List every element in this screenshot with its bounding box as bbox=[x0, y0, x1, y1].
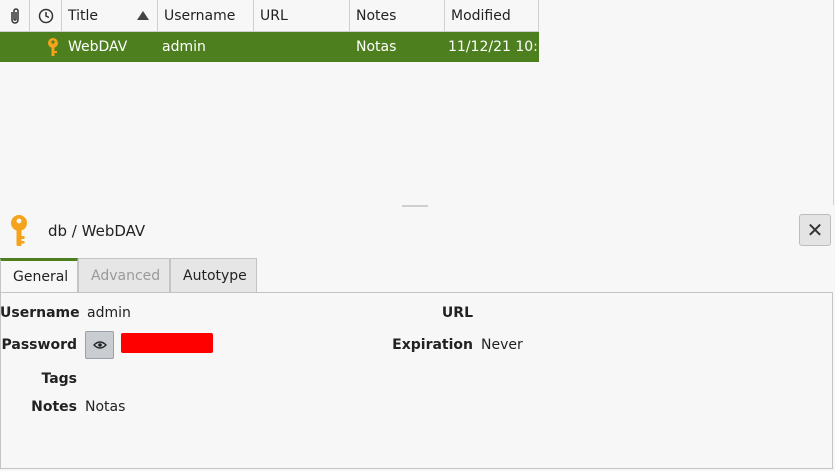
modified-column-label: Modified bbox=[451, 7, 511, 24]
url-column-label: URL bbox=[260, 7, 288, 24]
tab-general-label: General bbox=[13, 269, 69, 285]
tab-advanced-label: Advanced bbox=[91, 268, 161, 284]
tab-general[interactable]: General bbox=[0, 258, 78, 293]
notes-column-header[interactable]: Notes bbox=[350, 0, 445, 32]
password-label: Password bbox=[1, 337, 77, 353]
username-value: admin bbox=[87, 305, 131, 321]
entry-notes-cell: Notas bbox=[356, 39, 397, 55]
tab-advanced[interactable]: Advanced bbox=[78, 258, 170, 293]
title-column-label: Title bbox=[68, 7, 99, 24]
tab-autotype-label: Autotype bbox=[183, 268, 247, 284]
entry-table[interactable]: Title Username URL Notes Modified WebDAV… bbox=[0, 0, 834, 205]
url-column-header[interactable]: URL bbox=[254, 0, 350, 32]
title-column-header[interactable]: Title bbox=[62, 0, 158, 32]
key-icon bbox=[48, 38, 58, 56]
table-header: Title Username URL Notes Modified bbox=[0, 0, 539, 32]
entry-path: db / WebDAV bbox=[48, 222, 146, 240]
entry-username-cell: admin bbox=[162, 39, 206, 55]
entry-url-cell bbox=[254, 32, 350, 62]
close-icon: ✕ bbox=[806, 218, 824, 242]
expiration-label: Expiration bbox=[392, 337, 473, 353]
expiration-value: Never bbox=[481, 337, 523, 353]
username-column-header[interactable]: Username bbox=[158, 0, 254, 32]
clock-icon bbox=[38, 8, 53, 23]
entry-title-cell: WebDAV bbox=[68, 39, 128, 55]
entry-modified-cell: 11/12/21 10:… bbox=[448, 39, 539, 55]
notes-label: Notes bbox=[31, 399, 77, 415]
attachment-column-header[interactable] bbox=[0, 0, 30, 32]
table-row[interactable]: WebDAV admin Notas 11/12/21 10:… bbox=[0, 32, 539, 62]
expiry-column-header[interactable] bbox=[30, 0, 62, 32]
username-column-label: Username bbox=[164, 7, 236, 24]
key-icon bbox=[11, 215, 27, 246]
tab-autotype[interactable]: Autotype bbox=[170, 258, 257, 293]
url-label: URL bbox=[441, 305, 473, 321]
details-tabs: General Advanced Autotype bbox=[0, 258, 257, 293]
sort-ascending-icon bbox=[137, 11, 149, 20]
close-details-button[interactable]: ✕ bbox=[799, 214, 831, 246]
password-value-redacted bbox=[121, 333, 213, 353]
username-label: Username bbox=[0, 305, 80, 321]
notes-column-label: Notes bbox=[356, 7, 397, 24]
toggle-password-visibility-button[interactable] bbox=[85, 331, 114, 359]
modified-column-header[interactable]: Modified bbox=[445, 0, 539, 32]
paperclip-icon bbox=[10, 7, 19, 24]
tags-label: Tags bbox=[41, 371, 77, 387]
notes-value: Notas bbox=[85, 399, 126, 415]
entry-details-header: db / WebDAV bbox=[0, 207, 835, 257]
eye-icon bbox=[92, 341, 107, 349]
entry-icon-cell bbox=[0, 32, 62, 62]
